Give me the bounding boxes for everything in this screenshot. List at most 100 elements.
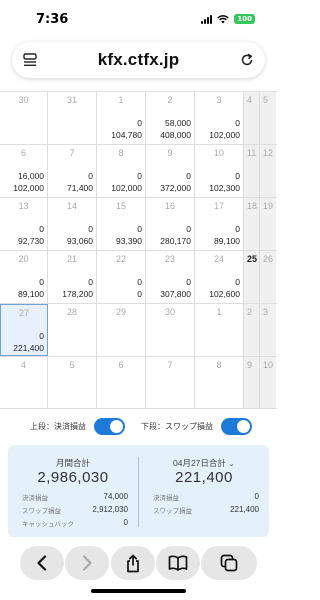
day-number: 10 — [263, 360, 274, 370]
chevron-down-icon[interactable]: ⌄ — [228, 459, 235, 468]
calendar-day-cell[interactable]: 4 — [0, 357, 48, 408]
bookmarks-button[interactable] — [155, 546, 200, 580]
calendar-day-cell[interactable]: 30 — [0, 92, 48, 144]
swap-value: 372,000 — [160, 183, 191, 193]
monthly-cashback-label: キャッシュバック — [22, 521, 74, 528]
calendar-day-cell[interactable]: 22 0 0 — [97, 251, 146, 303]
calendar-day-cell[interactable]: 14 0 93,060 — [48, 198, 97, 250]
swap-value: 92,730 — [18, 236, 44, 246]
sunday-cell[interactable]: 5 — [260, 92, 276, 144]
calendar-day-cell[interactable]: 17 0 89,100 — [195, 198, 244, 250]
calendar-week-row: 6 16,000 102,000 7 0 71,400 8 0 102,000 9 0 372,000… — [0, 144, 277, 197]
day-number: 3 — [263, 307, 269, 317]
calendar-day-cell[interactable]: 1 0 104,780 — [97, 92, 146, 144]
calendar-day-cell[interactable]: 10 0 102,300 — [195, 145, 244, 197]
forward-button[interactable] — [65, 546, 110, 580]
sunday-cell[interactable]: 3 — [260, 304, 276, 356]
day-number: 8 — [118, 148, 124, 158]
calendar-day-cell[interactable]: 16 0 280,170 — [146, 198, 195, 250]
sunday-cell[interactable]: 26 — [260, 251, 276, 303]
monthly-cashback-line: キャッシュバック 0 — [22, 518, 128, 528]
reader-mode-icon[interactable] — [22, 52, 38, 68]
calendar-day-cell[interactable]: 6 16,000 102,000 — [0, 145, 48, 197]
day-number: 8 — [216, 360, 222, 370]
sunday-cell[interactable]: 10 — [260, 357, 276, 408]
calendar-day-cell[interactable]: 7 — [146, 357, 195, 408]
day-number: 31 — [66, 95, 77, 105]
tabs-button[interactable] — [201, 546, 257, 580]
url-text[interactable]: kfx.ctfx.jp — [98, 50, 180, 70]
home-indicator — [91, 589, 186, 593]
swap-value: 102,000 — [13, 183, 44, 193]
settlement-value: 58,000 — [165, 118, 191, 128]
swap-value: 307,800 — [160, 289, 191, 299]
daily-settle-value: 0 — [254, 492, 259, 501]
saturday-cell[interactable]: 2 — [244, 304, 260, 356]
monthly-total: 2,986,030 — [37, 469, 109, 486]
address-bar[interactable]: kfx.ctfx.jp — [12, 42, 265, 78]
settlement-value: 0 — [137, 171, 142, 181]
daily-swap-value: 221,400 — [230, 505, 259, 514]
chevron-left-icon — [37, 555, 47, 571]
calendar-day-cell[interactable]: 13 0 92,730 — [0, 198, 48, 250]
calendar-day-cell[interactable]: 8 0 102,000 — [97, 145, 146, 197]
upper-toggle-switch[interactable] — [94, 417, 125, 435]
calendar-day-cell[interactable]: 31 — [48, 92, 97, 144]
calendar-day-cell[interactable]: 1 — [195, 304, 244, 356]
day-number: 11 — [247, 148, 257, 158]
day-number: 28 — [66, 307, 77, 317]
calendar-day-cell[interactable]: 27 0 221,400 — [0, 304, 48, 356]
saturday-cell[interactable]: 18 — [244, 198, 260, 250]
day-number: 13 — [18, 201, 29, 211]
settlement-value: 0 — [235, 118, 240, 128]
calendar-day-cell[interactable]: 7 0 71,400 — [48, 145, 97, 197]
share-button[interactable] — [110, 546, 155, 580]
calendar-day-cell[interactable]: 3 0 102,000 — [195, 92, 244, 144]
swap-value: 102,600 — [209, 289, 240, 299]
day-number: 24 — [213, 254, 224, 264]
settlement-value: 0 — [39, 277, 44, 287]
settlement-value: 0 — [39, 331, 44, 341]
calendar-day-cell[interactable]: 15 0 93,390 — [97, 198, 146, 250]
calendar-day-cell[interactable]: 28 — [48, 304, 97, 356]
day-number: 6 — [118, 360, 124, 370]
saturday-cell[interactable]: 25 — [244, 251, 260, 303]
sunday-cell[interactable]: 12 — [260, 145, 276, 197]
day-number: 30 — [18, 95, 29, 105]
swap-value: 93,060 — [67, 236, 93, 246]
back-button[interactable] — [20, 546, 64, 580]
swap-value: 89,100 — [214, 236, 240, 246]
monthly-settle-label: 決済損益 — [22, 495, 48, 502]
calendar-day-cell[interactable]: 8 — [195, 357, 244, 408]
calendar-day-cell[interactable]: 24 0 102,600 — [195, 251, 244, 303]
daily-swap-label: スワップ損益 — [153, 508, 192, 515]
daily-summary: 04月27日合計 ⌄ 221,400 決済損益 0 スワップ損益 221,400 — [139, 445, 269, 537]
settlement-value: 0 — [137, 118, 142, 128]
daily-settle-line: 決済損益 0 — [153, 492, 259, 502]
calendar-day-cell[interactable]: 6 — [97, 357, 146, 408]
sunday-cell[interactable]: 19 — [260, 198, 276, 250]
settlement-value: 0 — [186, 171, 191, 181]
settlement-value: 0 — [88, 171, 93, 181]
day-number: 30 — [164, 307, 175, 317]
signal-icon — [201, 14, 213, 24]
saturday-cell[interactable]: 4 — [244, 92, 260, 144]
reload-icon[interactable] — [239, 52, 255, 68]
calendar-day-cell[interactable]: 2 58,000 408,000 — [146, 92, 195, 144]
calendar-day-cell[interactable]: 21 0 178,200 — [48, 251, 97, 303]
swap-value: 102,000 — [209, 130, 240, 140]
daily-title-row[interactable]: 04月27日合計 ⌄ — [139, 457, 269, 469]
day-number: 22 — [115, 254, 126, 264]
saturday-cell[interactable]: 11 — [244, 145, 260, 197]
lower-toggle-group: 下段：スワップ損益 — [141, 417, 252, 435]
lower-toggle-switch[interactable] — [221, 417, 252, 435]
saturday-cell[interactable]: 9 — [244, 357, 260, 408]
calendar-day-cell[interactable]: 23 0 307,800 — [146, 251, 195, 303]
daily-total: 221,400 — [175, 469, 233, 486]
calendar-day-cell[interactable]: 5 — [48, 357, 97, 408]
swap-value: 178,200 — [62, 289, 93, 299]
calendar-day-cell[interactable]: 9 0 372,000 — [146, 145, 195, 197]
calendar-day-cell[interactable]: 20 0 89,100 — [0, 251, 48, 303]
calendar-day-cell[interactable]: 29 — [97, 304, 146, 356]
calendar-day-cell[interactable]: 30 — [146, 304, 195, 356]
